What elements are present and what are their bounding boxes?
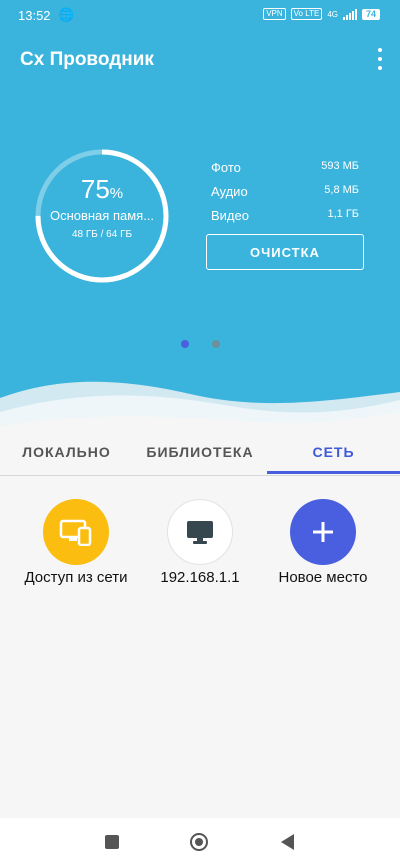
- network-item-label: Новое место: [278, 569, 368, 586]
- stat-value: 5,8 МБ: [324, 184, 359, 196]
- network-item-label: Доступ из сети: [24, 569, 128, 586]
- app-title: Cx Проводник: [20, 49, 154, 70]
- system-nav-bar: [0, 818, 400, 867]
- recent-apps-icon[interactable]: [105, 835, 119, 849]
- tab-library[interactable]: БИБЛИОТЕКА: [133, 430, 267, 474]
- network-type: 4G: [327, 9, 338, 19]
- storage-header: 13:52 🌐 VPN Vo LTE 4G 74 Cx Проводник 75…: [0, 0, 400, 430]
- status-time: 13:52: [18, 8, 51, 23]
- vpn-badge: VPN: [263, 8, 286, 20]
- tab-local[interactable]: ЛОКАЛЬНО: [0, 430, 133, 474]
- network-item-new-location[interactable]: Новое место: [258, 499, 388, 586]
- stat-audio[interactable]: Аудио 5,8 МБ: [211, 184, 359, 199]
- storage-size: 48 ГБ / 64 ГБ: [71, 229, 133, 240]
- stat-label: Аудио: [211, 184, 248, 199]
- storage-name: Основная памя...: [49, 208, 155, 223]
- stat-value: 593 МБ: [321, 160, 359, 172]
- network-item-192-168-1-1[interactable]: 192.168.1.1: [135, 499, 265, 586]
- stat-photo[interactable]: Фото 593 МБ: [211, 160, 359, 175]
- tab-bar: ЛОКАЛЬНО БИБЛИОТЕКА СЕТЬ: [0, 430, 400, 476]
- home-icon[interactable]: [190, 833, 208, 851]
- status-bar: 13:52 🌐 VPN Vo LTE 4G 74: [0, 0, 400, 30]
- plus-icon: [290, 499, 356, 565]
- tab-indicator: [267, 471, 400, 474]
- network-item-label: 192.168.1.1: [160, 569, 240, 586]
- header-wave: [0, 381, 400, 430]
- devices-icon: [43, 499, 109, 565]
- tab-network[interactable]: СЕТЬ: [267, 430, 400, 474]
- monitor-icon: [167, 499, 233, 565]
- network-item-remote-access[interactable]: Доступ из сети: [11, 499, 141, 586]
- more-options-icon[interactable]: [374, 48, 386, 70]
- pager-dot-active[interactable]: [181, 340, 189, 348]
- stat-label: Видео: [211, 208, 249, 223]
- stat-label: Фото: [211, 160, 241, 175]
- volte-badge: Vo LTE: [290, 8, 323, 20]
- back-icon[interactable]: [281, 834, 294, 850]
- globe-icon: 🌐: [58, 7, 75, 22]
- pager-dot[interactable]: [212, 340, 220, 348]
- stat-value: 1,1 ГБ: [327, 208, 359, 220]
- clean-button[interactable]: ОЧИСТКА: [206, 234, 364, 270]
- signal-icon: [342, 8, 357, 20]
- stat-video[interactable]: Видео 1,1 ГБ: [211, 208, 359, 223]
- battery-level: 74: [361, 8, 380, 20]
- storage-percent: 75%: [80, 174, 124, 204]
